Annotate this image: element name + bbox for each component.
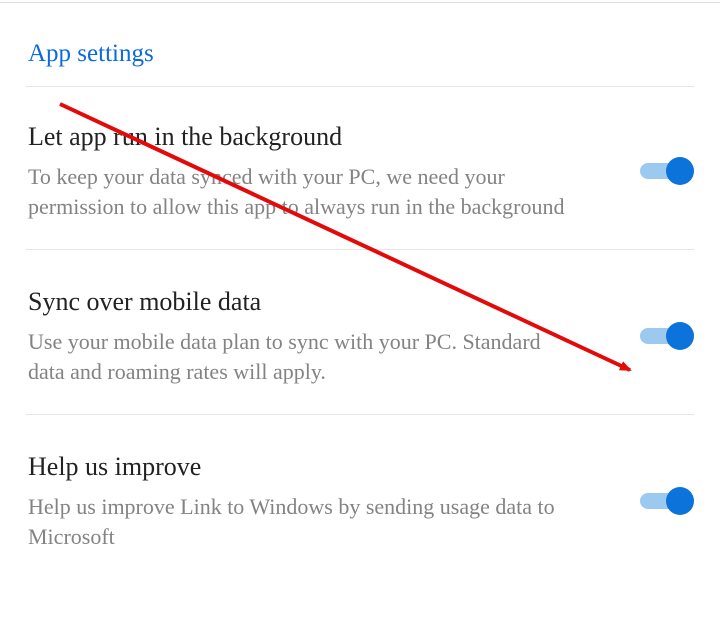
toggle-thumb — [666, 157, 694, 185]
setting-desc-background: To keep your data synced with your PC, w… — [28, 162, 573, 223]
setting-title-help-improve: Help us improve — [28, 449, 573, 484]
toggle-thumb — [666, 487, 694, 515]
setting-text-block: Help us improve Help us improve Link to … — [28, 449, 573, 553]
setting-title-background: Let app run in the background — [28, 119, 573, 154]
settings-container: App settings Let app run in the backgrou… — [0, 0, 720, 578]
section-header-app-settings: App settings — [28, 40, 692, 68]
toggle-background[interactable] — [640, 157, 692, 185]
top-divider — [0, 2, 720, 3]
setting-title-mobile-data: Sync over mobile data — [28, 284, 573, 319]
toggle-thumb — [666, 322, 694, 350]
setting-text-block: Let app run in the background To keep yo… — [28, 119, 573, 223]
setting-desc-help-improve: Help us improve Link to Windows by sendi… — [28, 492, 573, 553]
setting-row-background: Let app run in the background To keep yo… — [28, 87, 692, 249]
setting-text-block: Sync over mobile data Use your mobile da… — [28, 284, 573, 388]
setting-desc-mobile-data: Use your mobile data plan to sync with y… — [28, 327, 573, 388]
setting-row-help-improve: Help us improve Help us improve Link to … — [28, 415, 692, 579]
setting-row-mobile-data: Sync over mobile data Use your mobile da… — [28, 250, 692, 414]
toggle-help-improve[interactable] — [640, 487, 692, 515]
toggle-mobile-data[interactable] — [640, 322, 692, 350]
